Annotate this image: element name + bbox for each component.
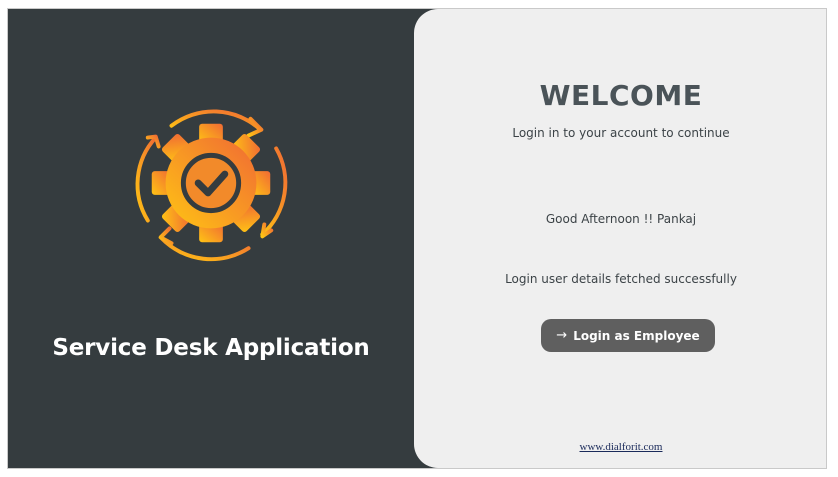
login-button-label: Login as Employee bbox=[573, 328, 700, 343]
login-subtitle: Login in to your account to continue bbox=[512, 126, 730, 140]
greeting-text: Good Afternoon !! Pankaj bbox=[545, 212, 697, 226]
login-as-employee-button[interactable]: → Login as Employee bbox=[541, 319, 715, 352]
service-desk-logo bbox=[135, 109, 288, 262]
status-message: Login user details fetched successfully bbox=[505, 272, 737, 286]
gear-check-cycle-icon bbox=[132, 104, 290, 262]
login-panel: WELCOME Login in to your account to cont… bbox=[414, 9, 826, 468]
footer-website-link[interactable]: www.dialforit.com bbox=[414, 441, 826, 453]
login-window: Service Desk Application WELCOME Login i… bbox=[7, 8, 827, 469]
arrow-right-icon: → bbox=[556, 328, 568, 343]
app-title: Service Desk Application bbox=[52, 335, 370, 361]
welcome-heading: WELCOME bbox=[539, 79, 703, 112]
brand-panel: Service Desk Application bbox=[8, 9, 468, 468]
